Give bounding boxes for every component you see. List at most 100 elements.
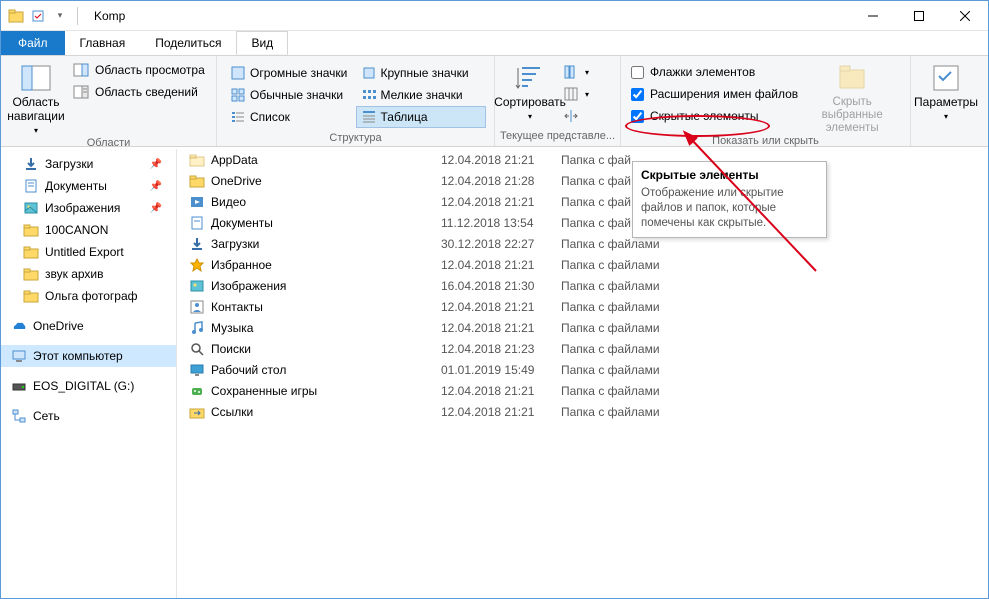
small-icons-icon [361,87,377,103]
tab-share[interactable]: Поделиться [140,31,236,55]
minimize-button[interactable] [850,1,896,31]
details-pane-button[interactable]: Область сведений [73,82,205,102]
preview-pane-button[interactable]: Область просмотра [73,60,205,80]
drive-icon [11,378,27,394]
file-type: Папка с фай [561,195,631,209]
nav-documents[interactable]: Документы📌 [1,175,176,197]
file-row[interactable]: AppData12.04.2018 21:21Папка с фай [177,149,988,170]
file-name: Документы [211,216,441,230]
tab-view[interactable]: Вид [236,31,288,55]
file-row[interactable]: Контакты12.04.2018 21:21Папка с файлами [177,296,988,317]
add-columns-button[interactable]: ▾ [563,84,589,104]
nav-network[interactable]: Сеть [1,405,176,427]
file-row[interactable]: Изображения16.04.2018 21:30Папка с файла… [177,275,988,296]
large-icons-icon [361,65,377,81]
nav-100canon[interactable]: 100CANON [1,219,176,241]
file-name: Загрузки [211,237,441,251]
file-row[interactable]: Ссылки12.04.2018 21:21Папка с файлами [177,401,988,422]
nav-eos[interactable]: EOS_DIGITAL (G:) [1,375,176,397]
file-type: Папка с файлами [561,321,660,335]
item-checkboxes-toggle[interactable]: Флажки элементов [631,62,798,82]
file-row[interactable]: OneDrive12.04.2018 21:28Папка с фай [177,170,988,191]
file-row[interactable]: Рабочий стол01.01.2019 15:49Папка с файл… [177,359,988,380]
file-type-icon [189,320,205,336]
layout-small[interactable]: Мелкие значки [356,84,487,106]
pin-icon: 📌 [150,203,162,214]
file-name: Видео [211,195,441,209]
layout-medium[interactable]: Обычные значки [225,84,356,106]
file-name: OneDrive [211,174,441,188]
properties-icon[interactable] [29,7,47,25]
file-row[interactable]: Поиски12.04.2018 21:23Папка с файлами [177,338,988,359]
file-list: AppData12.04.2018 21:21Папка с файOneDri… [177,149,988,598]
documents-icon [23,178,39,194]
close-button[interactable] [942,1,988,31]
add-columns-icon [563,86,579,102]
options-icon [930,62,962,94]
file-type-icon [189,215,205,231]
file-type-icon [189,341,205,357]
file-name: Музыка [211,321,441,335]
file-type-icon [189,194,205,210]
downloads-icon [23,156,39,172]
qat-dropdown-icon[interactable]: ▾ [51,7,69,25]
layout-large[interactable]: Крупные значки [356,62,487,84]
nav-onedrive[interactable]: OneDrive [1,315,176,337]
file-row[interactable]: Музыка12.04.2018 21:21Папка с файлами [177,317,988,338]
nav-thispc[interactable]: Этот компьютер [1,345,176,367]
file-date: 12.04.2018 21:23 [441,342,561,356]
file-type-icon [189,362,205,378]
hide-selected-button: Скрыть выбранные элементы [804,58,900,135]
options-button[interactable]: Параметры▾ [915,58,977,130]
list-icon [230,109,246,125]
layout-extralarge[interactable]: Огромные значки [225,62,356,84]
thispc-icon [11,348,27,364]
nav-untitled[interactable]: Untitled Export [1,241,176,263]
tab-file[interactable]: Файл [1,31,65,55]
folder-icon [7,7,25,25]
size-columns-button[interactable] [563,106,589,126]
group-by-button[interactable]: ▾ [563,62,589,82]
file-extensions-toggle[interactable]: Расширения имен файлов [631,84,798,104]
maximize-button[interactable] [896,1,942,31]
ribbon: Область навигации ▾ Область просмотра Об… [1,55,988,147]
folder-icon [23,288,39,304]
hidden-items-toggle[interactable]: Скрытые элементы [631,106,798,126]
layout-group-caption: Структура [221,132,490,146]
file-type-icon [189,236,205,252]
file-row[interactable]: Загрузки30.12.2018 22:27Папка с файлами [177,233,988,254]
file-date: 16.04.2018 21:30 [441,279,561,293]
tab-home[interactable]: Главная [65,31,141,55]
pin-icon: 📌 [150,181,162,192]
nav-olga[interactable]: Ольга фотограф [1,285,176,307]
file-row[interactable]: Видео12.04.2018 21:21Папка с фай [177,191,988,212]
folder-icon [23,244,39,260]
file-row[interactable]: Сохраненные игры12.04.2018 21:21Папка с … [177,380,988,401]
pictures-icon [23,200,39,216]
navigation-pane-button[interactable]: Область навигации ▾ [5,58,67,137]
nav-sound[interactable]: звук архив [1,263,176,285]
file-name: Сохраненные игры [211,384,441,398]
currentview-group-caption: Текущее представле... [499,130,616,146]
layout-list[interactable]: Список [225,106,356,128]
file-name: Изображения [211,279,441,293]
file-date: 12.04.2018 21:21 [441,300,561,314]
extralarge-icons-icon [230,65,246,81]
file-row[interactable]: Избранное12.04.2018 21:21Папка с файлами [177,254,988,275]
navigation-pane-icon [20,62,52,94]
file-name: Поиски [211,342,441,356]
medium-icons-icon [230,87,246,103]
layout-details[interactable]: Таблица [356,106,487,128]
file-row[interactable]: Документы11.12.2018 13:54Папка с фай [177,212,988,233]
file-date: 12.04.2018 21:21 [441,321,561,335]
pin-icon: 📌 [150,159,162,170]
title-bar: ▾ Komp [1,1,988,31]
file-name: Ссылки [211,405,441,419]
file-type-icon [189,383,205,399]
hide-selected-icon [836,62,868,94]
nav-pictures[interactable]: Изображения📌 [1,197,176,219]
sort-button[interactable]: Сортировать▾ [499,58,561,130]
file-name: AppData [211,153,441,167]
nav-downloads[interactable]: Загрузки📌 [1,153,176,175]
file-date: 12.04.2018 21:21 [441,258,561,272]
